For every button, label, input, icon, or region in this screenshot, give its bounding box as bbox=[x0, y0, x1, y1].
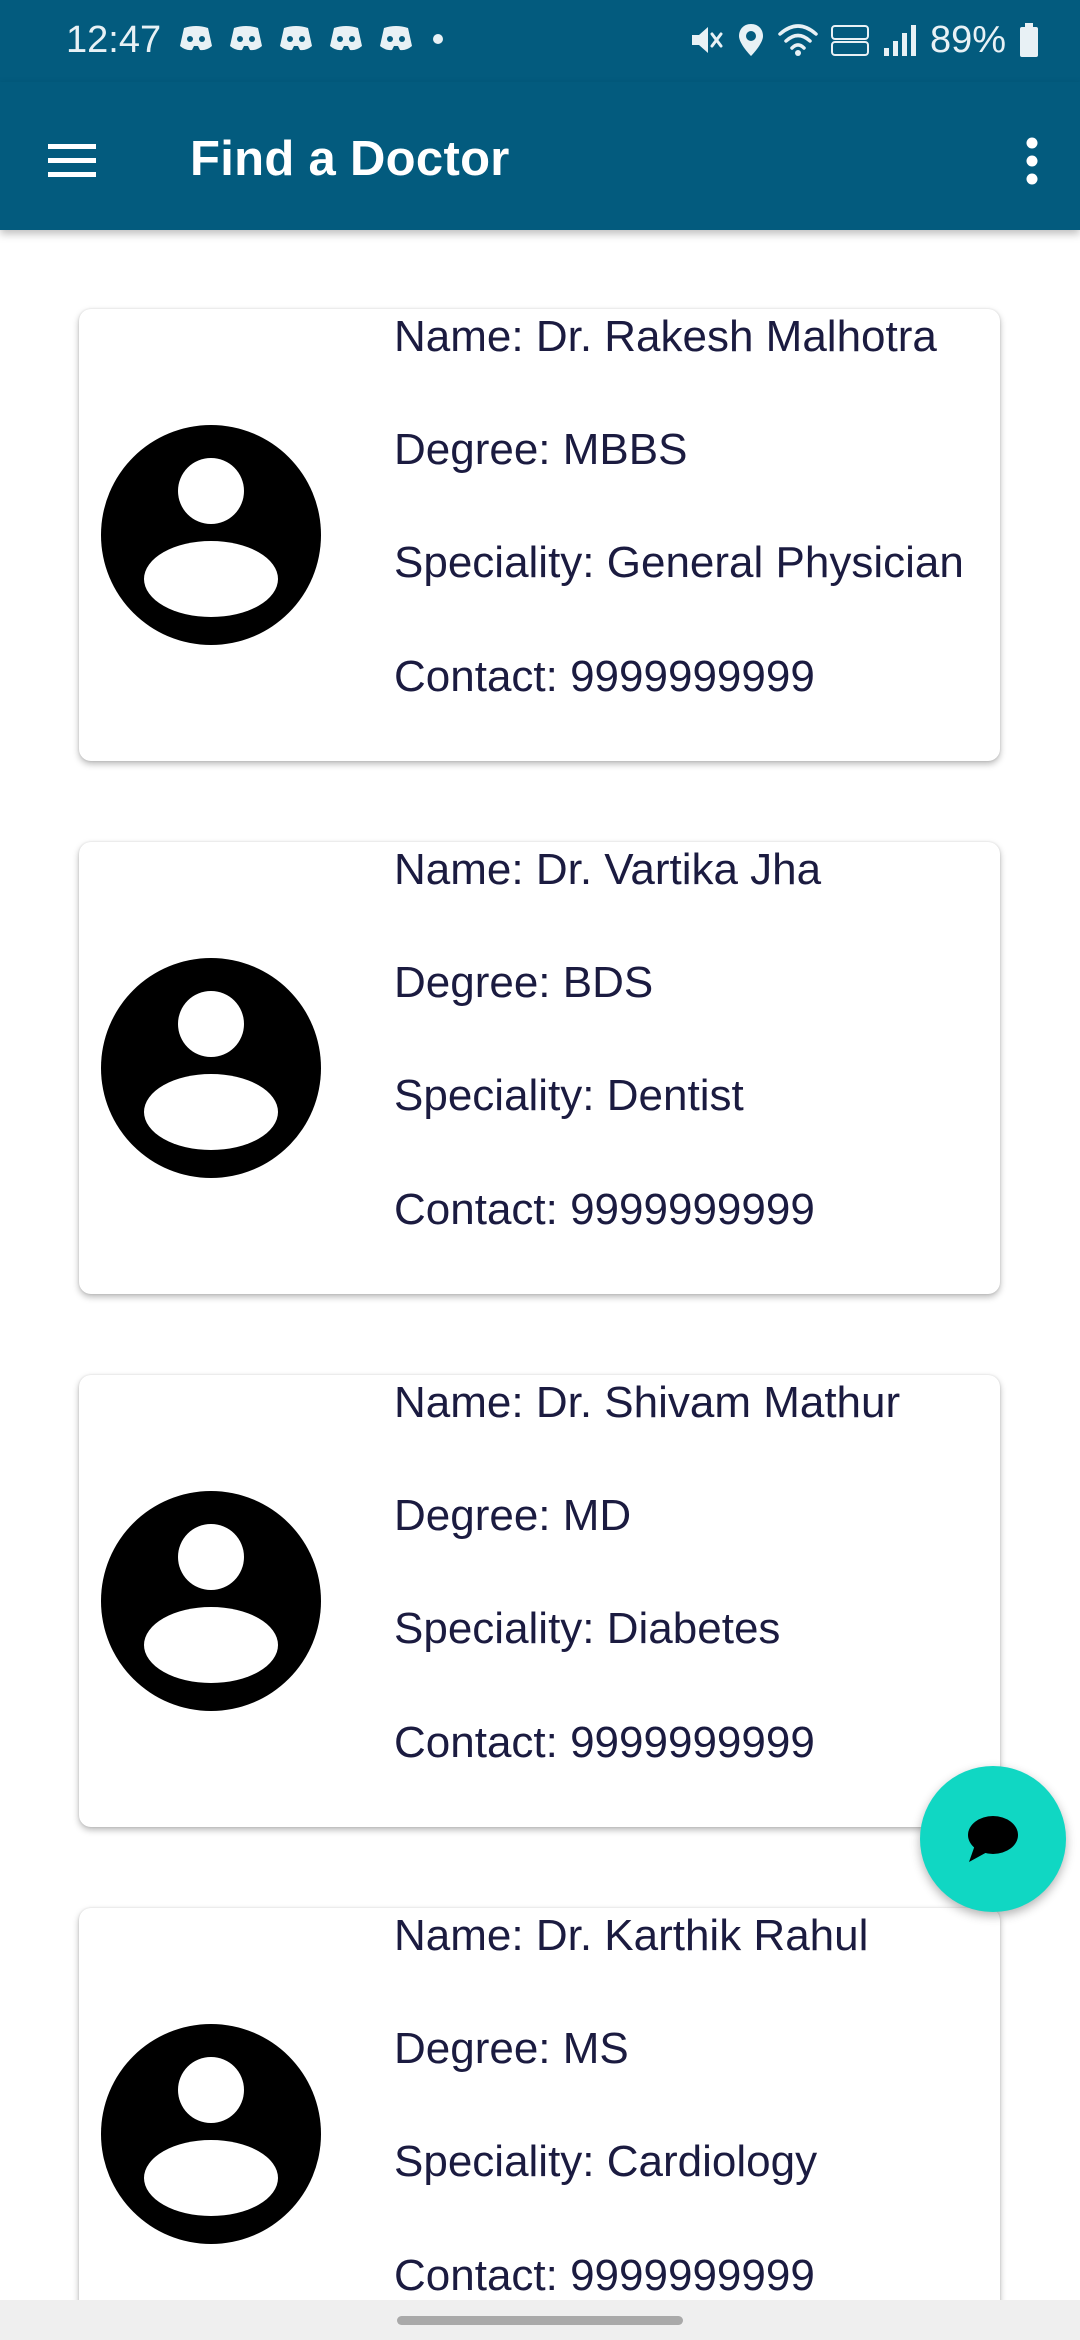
chat-bubble-icon bbox=[968, 1816, 1018, 1862]
doctor-name: Name: Dr. Karthik Rahul bbox=[394, 1911, 869, 1960]
doctor-card[interactable]: Name: Dr. Karthik Rahul Degree: MS Speci… bbox=[79, 1908, 1000, 2300]
discord-icon bbox=[330, 26, 362, 51]
account-circle-icon bbox=[101, 1491, 321, 1711]
doctor-card[interactable]: Name: Dr. Rakesh Malhotra Degree: MBBS S… bbox=[79, 309, 1000, 761]
doctor-degree: Degree: BDS bbox=[394, 958, 654, 1007]
hamburger-menu-icon bbox=[48, 144, 96, 177]
status-bar: 12:47 89% bbox=[0, 0, 1080, 82]
doctor-speciality: Speciality: Cardiology bbox=[394, 2137, 818, 2186]
home-gesture-handle[interactable] bbox=[397, 2316, 683, 2325]
mute-icon bbox=[691, 27, 723, 53]
doctor-name: Name: Dr. Shivam Mathur bbox=[394, 1378, 901, 1427]
doctor-speciality: Speciality: Dentist bbox=[394, 1071, 744, 1120]
doctor-card[interactable]: Name: Dr. Shivam Mathur Degree: MD Speci… bbox=[79, 1375, 1000, 1827]
notification-icons bbox=[178, 24, 448, 54]
status-time: 12:47 bbox=[66, 19, 162, 61]
discord-icon bbox=[230, 26, 262, 51]
doctor-degree: Degree: MS bbox=[394, 2024, 629, 2073]
doctor-contact: Contact: 9999999999 bbox=[394, 1185, 815, 1234]
battery-icon bbox=[1020, 23, 1038, 57]
chat-fab-button[interactable] bbox=[920, 1766, 1066, 1912]
battery-percentage: 89% bbox=[929, 19, 1006, 61]
doctor-name: Name: Dr. Rakesh Malhotra bbox=[394, 312, 937, 361]
account-circle-icon bbox=[101, 958, 321, 1178]
doctor-contact: Contact: 9999999999 bbox=[394, 2251, 815, 2300]
doctor-card[interactable]: Name: Dr. Vartika Jha Degree: BDS Specia… bbox=[79, 842, 1000, 1294]
avatar bbox=[101, 2024, 321, 2244]
doctor-speciality: Speciality: Diabetes bbox=[394, 1604, 781, 1653]
doctor-contact: Contact: 9999999999 bbox=[394, 1718, 815, 1767]
avatar bbox=[101, 425, 321, 645]
account-circle-icon bbox=[101, 425, 321, 645]
doctor-degree: Degree: MD bbox=[394, 1491, 632, 1540]
system-nav-bar bbox=[0, 2300, 1080, 2340]
dot-icon bbox=[433, 34, 443, 44]
doctor-list[interactable]: Name: Dr. Rakesh Malhotra Degree: MBBS S… bbox=[0, 230, 1080, 2300]
system-status-icons: 89% bbox=[688, 18, 1040, 62]
doctor-name: Name: Dr. Vartika Jha bbox=[394, 845, 822, 894]
avatar bbox=[101, 1491, 321, 1711]
page-title: Find a Doctor bbox=[190, 132, 510, 186]
wifi-icon bbox=[778, 24, 818, 56]
avatar bbox=[101, 958, 321, 1178]
overflow-menu-button[interactable] bbox=[1004, 126, 1060, 196]
account-circle-icon bbox=[101, 2024, 321, 2244]
doctor-speciality: Speciality: General Physician bbox=[394, 538, 964, 587]
more-vert-icon bbox=[1026, 137, 1038, 185]
discord-icon bbox=[380, 26, 412, 51]
doctor-contact: Contact: 9999999999 bbox=[394, 652, 815, 701]
menu-button[interactable] bbox=[34, 122, 110, 198]
app-toolbar: Find a Doctor bbox=[0, 82, 1080, 230]
doctor-degree: Degree: MBBS bbox=[394, 425, 688, 474]
discord-icon bbox=[180, 26, 212, 51]
signal-icon bbox=[883, 25, 916, 56]
discord-icon bbox=[280, 26, 312, 51]
volte-icon bbox=[830, 25, 869, 56]
location-icon bbox=[738, 24, 763, 56]
